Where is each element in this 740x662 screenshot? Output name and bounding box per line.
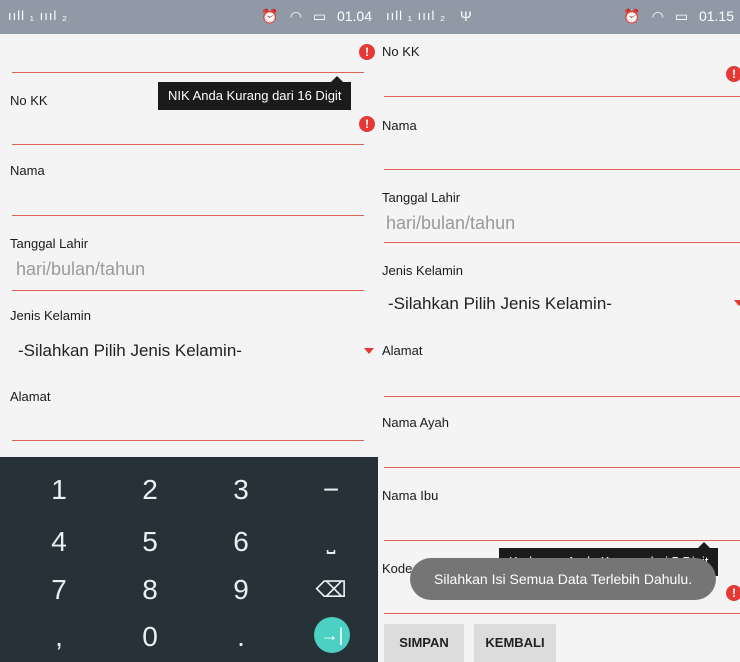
- right-screen: ııll ₁ ıııl ₂ Ψ ⏰ ◠ ▭ 01.15 No KK ! Nama…: [378, 0, 740, 662]
- status-right: ⏰ ◠ ▭ 01.04: [254, 8, 372, 25]
- key-minus[interactable]: −: [288, 465, 374, 515]
- alamat-input[interactable]: [384, 396, 740, 397]
- usb-icon: Ψ: [460, 8, 472, 24]
- key-9[interactable]: 9: [198, 565, 284, 615]
- key-2[interactable]: 2: [107, 465, 193, 515]
- key-5[interactable]: 5: [107, 517, 193, 567]
- key-8[interactable]: 8: [107, 565, 193, 615]
- key-1[interactable]: 1: [16, 465, 102, 515]
- no-kk-input[interactable]: [384, 96, 740, 97]
- signal-icon: ııll ₁ ıııl ₂: [8, 8, 68, 23]
- tanggal-lahir-label: Tanggal Lahir: [382, 190, 461, 205]
- nik-input[interactable]: [12, 72, 364, 73]
- validation-toast: Silahkan Isi Semua Data Terlebih Dahulu.: [410, 558, 717, 600]
- nik-error-icon: !: [359, 44, 375, 60]
- nama-ibu-label: Nama Ibu: [382, 488, 439, 503]
- status-bar: ııll ₁ ıııl ₂ Ψ ⏰ ◠ ▭ 01.15: [378, 0, 740, 34]
- numeric-keyboard: 1 2 3 − 4 5 6 ⎵ 7 8 9 ⌫ , 0 . →|: [0, 457, 378, 662]
- key-space-icon[interactable]: ⎵: [288, 517, 374, 567]
- kode-pos-error-icon: !: [726, 585, 740, 601]
- tanggal-lahir-hint[interactable]: hari/bulan/tahun: [386, 213, 515, 234]
- battery-icon: ▭: [674, 8, 689, 24]
- nama-ibu-input[interactable]: [384, 540, 740, 541]
- key-4[interactable]: 4: [16, 517, 102, 567]
- spinner-caret-icon[interactable]: [734, 300, 740, 306]
- simpan-button[interactable]: SIMPAN: [384, 624, 464, 662]
- no-kk-input[interactable]: [12, 144, 364, 145]
- tanggal-lahir-hint[interactable]: hari/bulan/tahun: [16, 259, 145, 280]
- tanggal-lahir-underline: [12, 290, 364, 291]
- backspace-icon[interactable]: ⌫: [288, 565, 374, 615]
- left-screen: ııll ₁ ıııl ₂ ⏰ ◠ ▭ 01.04 ! NIK Anda Kur…: [0, 0, 378, 662]
- no-kk-label: No KK: [10, 93, 48, 108]
- key-6[interactable]: 6: [198, 517, 284, 567]
- kode-pos-input[interactable]: [384, 613, 740, 614]
- status-right: ⏰ ◠ ▭ 01.15: [616, 8, 734, 25]
- jenis-kelamin-label: Jenis Kelamin: [10, 308, 91, 323]
- wifi-icon: ◠: [289, 8, 302, 24]
- jenis-kelamin-spinner[interactable]: -Silahkan Pilih Jenis Kelamin-: [18, 341, 242, 361]
- jenis-kelamin-label: Jenis Kelamin: [382, 263, 463, 278]
- key-0[interactable]: 0: [107, 612, 193, 662]
- alamat-label: Alamat: [10, 389, 51, 404]
- nama-ayah-input[interactable]: [384, 467, 740, 468]
- nik-error-tooltip: NIK Anda Kurang dari 16 Digit: [158, 76, 352, 110]
- alarm-icon: ⏰: [623, 8, 641, 24]
- alamat-input[interactable]: [12, 440, 364, 441]
- status-time: 01.15: [698, 8, 734, 24]
- status-bar: ııll ₁ ıııl ₂ ⏰ ◠ ▭ 01.04: [0, 0, 378, 34]
- tanggal-lahir-underline: [384, 242, 740, 243]
- no-kk-error-icon: !: [359, 116, 375, 132]
- signal-icon: ııll ₁ ıııl ₂: [386, 8, 446, 23]
- no-kk-label: No KK: [382, 44, 420, 59]
- alamat-label: Alamat: [382, 343, 423, 358]
- key-7[interactable]: 7: [16, 565, 102, 615]
- key-dot[interactable]: .: [198, 612, 284, 662]
- no-kk-error-icon: !: [726, 66, 740, 82]
- alarm-icon: ⏰: [261, 8, 279, 24]
- jenis-kelamin-spinner[interactable]: -Silahkan Pilih Jenis Kelamin-: [388, 294, 612, 314]
- nama-input[interactable]: [384, 169, 740, 170]
- nama-input[interactable]: [12, 215, 364, 216]
- nama-ayah-label: Nama Ayah: [382, 415, 449, 430]
- wifi-icon: ◠: [651, 8, 664, 24]
- nama-label: Nama: [10, 163, 45, 178]
- tanggal-lahir-label: Tanggal Lahir: [10, 236, 89, 251]
- nama-label: Nama: [382, 118, 417, 133]
- status-time: 01.04: [336, 8, 372, 24]
- key-comma[interactable]: ,: [16, 612, 102, 662]
- next-arrow-icon[interactable]: →|: [314, 617, 350, 653]
- key-3[interactable]: 3: [198, 465, 284, 515]
- kembali-button[interactable]: KEMBALI: [474, 624, 556, 662]
- battery-icon: ▭: [312, 8, 327, 24]
- spinner-caret-icon[interactable]: [364, 348, 374, 354]
